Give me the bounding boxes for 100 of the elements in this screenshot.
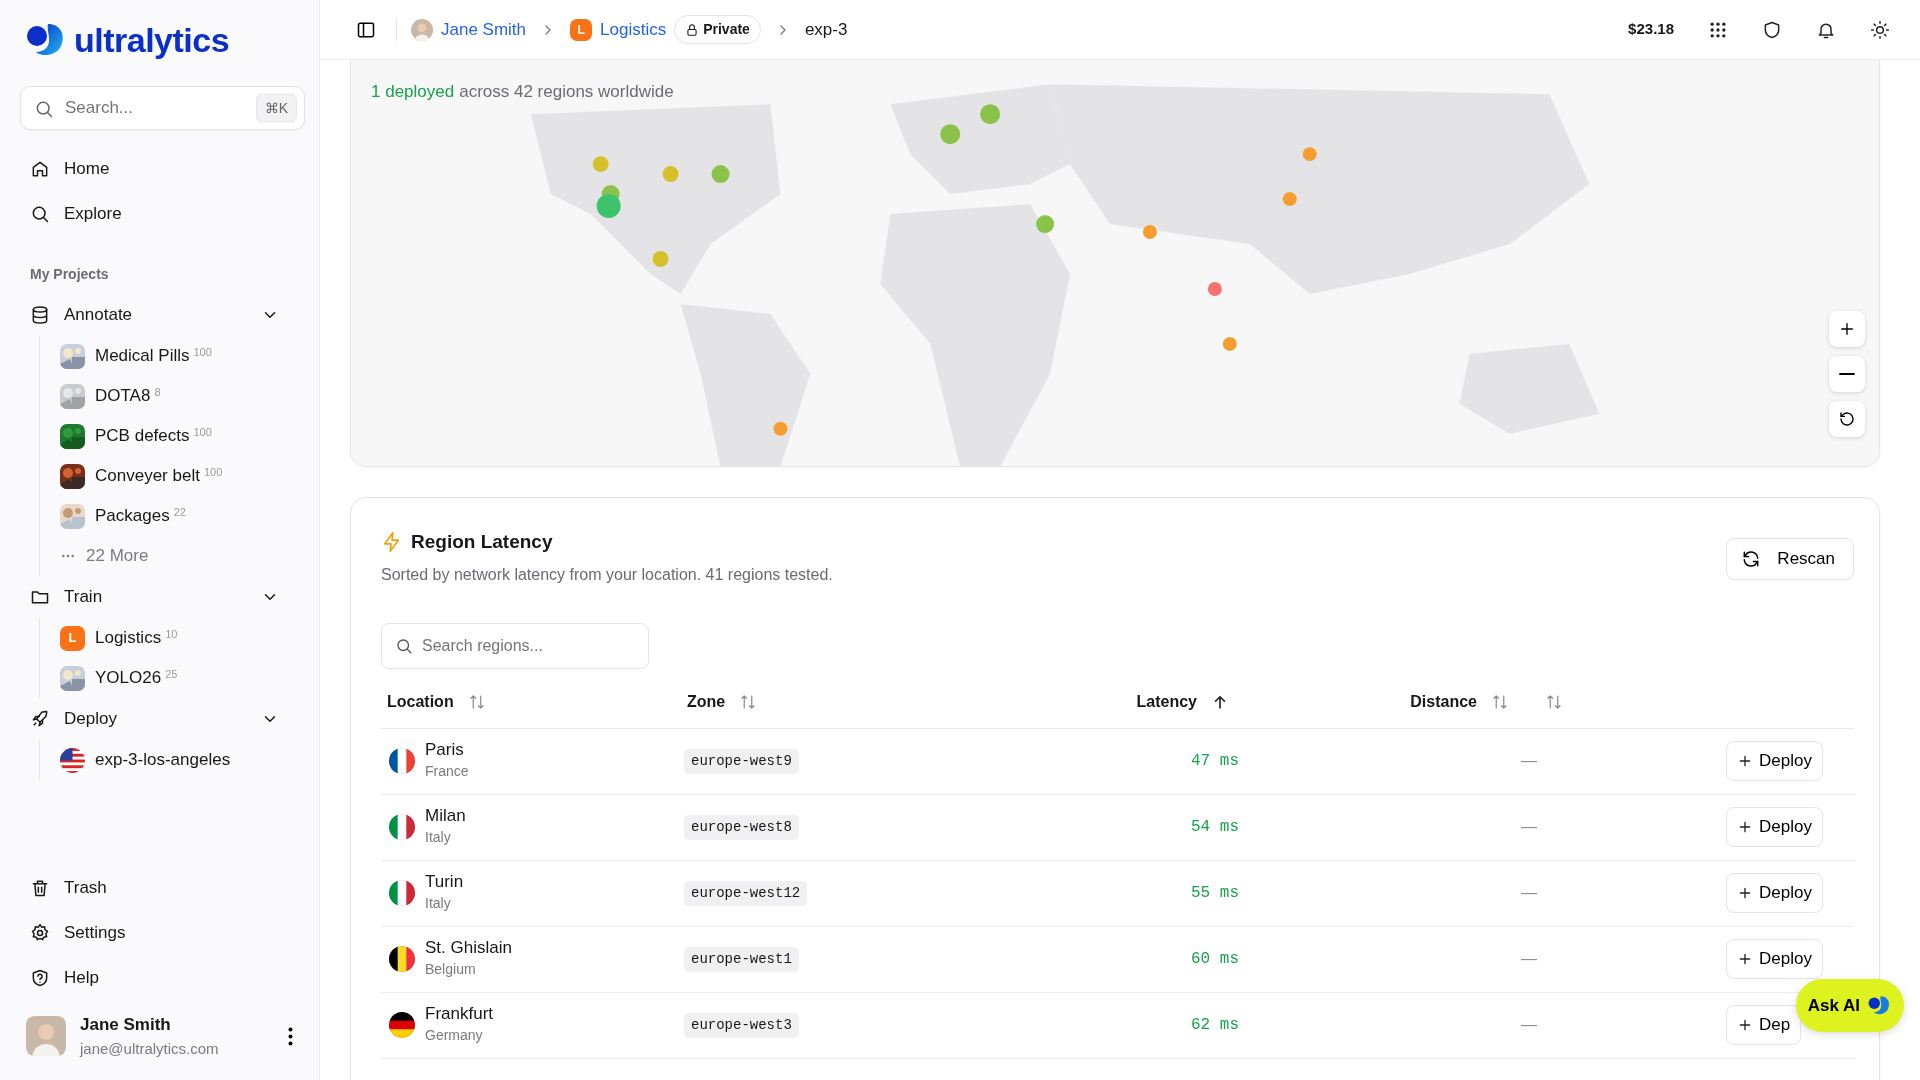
latency-value: 55 ms xyxy=(1190,883,1240,904)
zone-code: europe-west9 xyxy=(684,748,799,774)
database-icon xyxy=(30,305,50,325)
distance-value: — xyxy=(1520,817,1538,837)
deploy-button[interactable]: Deploy xyxy=(1726,807,1823,847)
country-name: Italy xyxy=(425,893,452,913)
logo-icon xyxy=(1868,994,1892,1016)
avatar xyxy=(411,18,433,41)
plus-icon xyxy=(1737,885,1753,901)
nav-item[interactable]: Explore xyxy=(20,191,305,236)
column-header[interactable]: Latency xyxy=(1136,690,1197,714)
column-header[interactable]: Location xyxy=(387,690,454,714)
sort-icon xyxy=(1491,693,1509,711)
project-item[interactable]: Medical Pills 100 xyxy=(50,336,305,376)
plus-icon xyxy=(1737,819,1753,835)
deploy-button[interactable]: Deploy xyxy=(1726,741,1823,781)
user-name: Jane Smith xyxy=(80,1014,172,1036)
brand-name: ultralytics xyxy=(74,23,230,57)
settings-icon xyxy=(30,922,50,943)
project-item[interactable]: DOTA8 8 xyxy=(50,376,305,416)
flag-icon xyxy=(389,814,415,840)
flag-icon xyxy=(60,747,85,773)
lock-icon xyxy=(685,22,700,37)
minus-icon xyxy=(1838,372,1856,376)
more-link[interactable]: 22 More xyxy=(50,536,305,576)
breadcrumb-link[interactable]: Jane Smith xyxy=(441,16,527,43)
project-item[interactable]: Conveyer belt 100 xyxy=(50,456,305,496)
distance-value: — xyxy=(1520,883,1538,903)
nav-item[interactable]: Help xyxy=(20,955,305,1000)
city-name: Frankfurt xyxy=(425,1004,494,1025)
country-name: Italy xyxy=(425,827,452,847)
nav-item[interactable]: Home xyxy=(20,146,305,191)
latency-value: 54 ms xyxy=(1190,817,1240,838)
rescan-button[interactable]: Rescan xyxy=(1726,538,1854,580)
city-name: Milan xyxy=(425,806,466,827)
help-icon xyxy=(30,967,50,988)
section-heading: My Projects xyxy=(29,264,110,284)
project-item[interactable]: exp-3-los-angeles xyxy=(50,740,305,780)
flag-icon xyxy=(389,880,415,906)
distance-value: — xyxy=(1520,1015,1538,1035)
sort-icon xyxy=(1545,693,1563,711)
project-group[interactable]: Annotate xyxy=(20,294,305,336)
avatar xyxy=(26,1016,66,1056)
city-name: Turin xyxy=(425,872,464,893)
project-group[interactable]: Deploy xyxy=(20,698,305,740)
search-icon xyxy=(395,637,413,656)
search-field[interactable]: Search regions... xyxy=(381,622,649,669)
more-icon xyxy=(288,1026,293,1046)
plus-icon xyxy=(1737,753,1753,769)
country-name: France xyxy=(425,761,469,781)
project-badge: L xyxy=(60,625,85,651)
zone-code: europe-west1 xyxy=(684,946,799,972)
zoom-out-button[interactable] xyxy=(1829,356,1865,392)
sun-icon xyxy=(1870,19,1890,40)
project-group[interactable]: Train xyxy=(20,576,305,618)
nav-item[interactable]: Trash xyxy=(20,865,305,910)
country-name: Germany xyxy=(425,1025,484,1045)
zone-code: europe-west8 xyxy=(684,814,799,840)
rocket-icon xyxy=(30,709,50,729)
country-name: Belgium xyxy=(425,959,477,979)
flag-icon xyxy=(389,946,415,972)
zone-code: europe-west3 xyxy=(684,1012,799,1038)
column-header[interactable]: Distance xyxy=(1410,690,1477,714)
latency-value: 47 ms xyxy=(1190,751,1240,772)
visibility-tag: Private xyxy=(674,15,761,44)
card-title: Region Latency xyxy=(411,530,553,554)
deploy-button[interactable]: Deploy xyxy=(1726,939,1823,979)
plus-icon xyxy=(1838,320,1856,338)
zone-code: europe-west12 xyxy=(684,880,808,906)
distance-value: — xyxy=(1520,751,1538,771)
latency-value: 62 ms xyxy=(1190,1015,1240,1036)
shield-icon xyxy=(1762,19,1782,40)
deploy-button[interactable]: Dep xyxy=(1726,1005,1802,1045)
flag-icon xyxy=(389,748,415,774)
project-item[interactable]: PCB defects 100 xyxy=(50,416,305,456)
city-name: St. Ghislain xyxy=(425,938,512,959)
deploy-button[interactable]: Deploy xyxy=(1726,873,1823,913)
project-item[interactable]: L Logistics 10 xyxy=(50,618,305,658)
plus-icon xyxy=(1737,951,1753,967)
reset-view-button[interactable] xyxy=(1829,401,1865,437)
sort-icon xyxy=(467,693,486,711)
zoom-in-button[interactable] xyxy=(1829,311,1865,347)
flag-icon xyxy=(389,1012,415,1038)
city-name: Paris xyxy=(425,740,465,761)
nav-item[interactable]: Settings xyxy=(20,910,305,955)
breadcrumb-link[interactable]: Logistics xyxy=(600,16,667,43)
ask-ai-button[interactable]: Ask AI xyxy=(1795,978,1904,1032)
sort-icon xyxy=(739,693,758,711)
distance-value: — xyxy=(1520,949,1538,969)
project-item[interactable]: YOLO26 25 xyxy=(50,658,305,698)
latency-value: 60 ms xyxy=(1190,949,1240,970)
breadcrumb-current: exp-3 xyxy=(804,18,848,41)
deployed-count: 1 deployed xyxy=(371,81,455,103)
project-badge: L xyxy=(570,18,593,41)
project-item[interactable]: Packages 22 xyxy=(50,496,305,536)
card-subtitle: Sorted by network latency from your location. 41 regions tested. xyxy=(381,564,833,585)
plus-icon xyxy=(1737,1017,1753,1033)
column-header[interactable]: Zone xyxy=(687,690,726,714)
shortcut-hint: ⌘K xyxy=(255,93,297,123)
balance: $23.18 xyxy=(1628,19,1674,40)
